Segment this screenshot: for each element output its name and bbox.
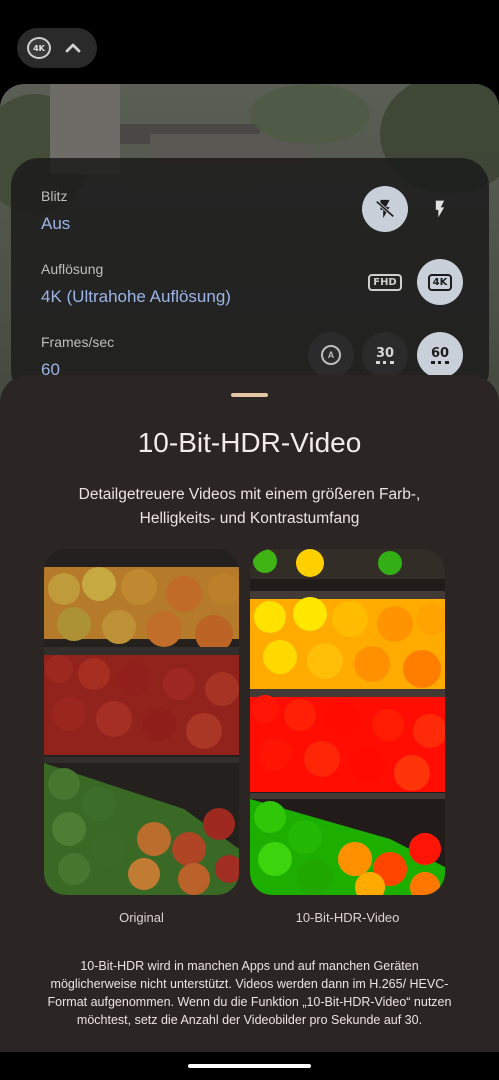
- 4k-icon: 4K: [427, 273, 453, 291]
- hdr-info-sheet: 10-Bit-HDR-Video Detailgetreuere Videos …: [0, 375, 499, 1080]
- 4k-icon: 4K: [27, 37, 51, 59]
- fps-60-button[interactable]: 60: [417, 332, 463, 378]
- flash-value: Aus: [41, 214, 71, 233]
- fhd-button[interactable]: FHD: [362, 259, 408, 305]
- 4k-button[interactable]: 4K: [417, 259, 463, 305]
- sheet-subtitle: Detailgetreuere Videos mit einem größere…: [78, 486, 421, 527]
- quick-settings-chip[interactable]: 4K: [17, 28, 97, 68]
- caption-hdr: 10-Bit-HDR-Video: [295, 910, 400, 925]
- fps-30-icon: 30: [375, 346, 395, 364]
- fps-label: Frames/sec: [41, 334, 115, 350]
- fps-30-button[interactable]: 30: [362, 332, 408, 378]
- chevron-up-icon: [65, 43, 81, 53]
- caption-original: Original: [119, 910, 164, 925]
- hdr-compatibility-note: 10-Bit-HDR wird in manchen Apps und auf …: [47, 959, 452, 1027]
- flash-off-icon: [375, 199, 395, 219]
- hdr-comparison-image: [250, 549, 445, 895]
- home-gesture-handle[interactable]: [188, 1064, 311, 1068]
- resolution-setting: Auflösung 4K (Ultrahohe Auflösung): [41, 261, 231, 307]
- camera-settings-panel: Blitz Aus Auflösung 4K (Ultrahohe Auflös…: [11, 158, 489, 398]
- flash-off-button[interactable]: [362, 186, 408, 232]
- flash-label: Blitz: [41, 188, 68, 204]
- flash-on-icon: [435, 200, 445, 218]
- fps-60-icon: 60: [430, 346, 450, 364]
- original-comparison-image: [44, 549, 239, 895]
- fhd-icon: FHD: [368, 273, 402, 291]
- fps-setting: Frames/sec 60: [41, 334, 114, 380]
- resolution-value: 4K (Ultrahohe Auflösung): [41, 287, 231, 306]
- fps-auto-icon: A: [321, 345, 341, 365]
- drag-handle[interactable]: [231, 393, 268, 397]
- fps-auto-button[interactable]: A: [308, 332, 354, 378]
- resolution-label: Auflösung: [41, 261, 104, 277]
- sheet-title: 10-Bit-HDR-Video: [137, 427, 362, 458]
- flash-on-button[interactable]: [417, 186, 463, 232]
- flash-setting: Blitz Aus: [41, 188, 70, 234]
